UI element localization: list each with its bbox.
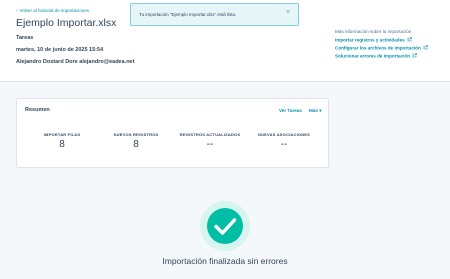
summary-title: Resumen xyxy=(25,107,50,113)
import-user: Alejandro Dostard Dore alejandro@eadea.n… xyxy=(16,59,135,65)
success-check-icon xyxy=(200,201,250,251)
stat-label: NUEVAS ASOCIACIONES xyxy=(257,132,311,137)
view-tasks-link[interactable]: Ver Tareas xyxy=(279,108,302,113)
configure-files-link[interactable]: Configurar los archivos de importación xyxy=(335,45,428,51)
close-icon[interactable]: × xyxy=(284,9,292,17)
import-date: martes, 10 de junio de 2025 15:54 xyxy=(16,47,104,53)
configure-files-link-label[interactable]: Configurar los archivos de importación xyxy=(335,46,421,51)
stat-import-rows: IMPORTAR FILAS 8 xyxy=(26,132,98,150)
chevron-left-icon: ‹ xyxy=(16,8,18,13)
import-records-link[interactable]: Importar registros y actividades xyxy=(335,37,412,43)
stat-label: REGISTROS ACTUALIZADOS xyxy=(179,132,241,137)
toast-message: Tu importación "Ejemplo Importar.xlsx" e… xyxy=(139,12,237,17)
page-title: Ejemplo Importar.xlsx xyxy=(16,17,117,29)
import-result-message: Importación finalizada sin errores xyxy=(162,256,288,266)
troubleshoot-errors-link-label[interactable]: Solucionar errores de importación xyxy=(335,54,410,59)
back-to-history-link[interactable]: ‹ Volver al historial de importaciones xyxy=(16,8,89,13)
more-dropdown[interactable]: Más ▾ xyxy=(309,108,322,114)
stat-new-records: NUEVOS REGISTROS 8 xyxy=(100,132,172,150)
stat-value: 8 xyxy=(59,139,65,150)
back-link-label[interactable]: Volver al historial de importaciones xyxy=(20,8,90,13)
external-link-icon xyxy=(407,37,412,42)
summary-card: Resumen Ver Tareas Más ▾ IMPORTAR FILAS … xyxy=(16,98,329,168)
chevron-down-icon: ▾ xyxy=(319,108,322,113)
import-records-link-label[interactable]: Importar registros y actividades xyxy=(335,38,405,43)
import-object-type: Tareas xyxy=(16,35,34,41)
stat-updated-records: REGISTROS ACTUALIZADOS -- xyxy=(174,132,246,150)
stat-value: 8 xyxy=(133,139,139,150)
stat-new-associations: NUEVAS ASOCIACIONES -- xyxy=(248,132,320,150)
stat-value: -- xyxy=(280,139,288,150)
more-info-title: Más información sobre la importación xyxy=(335,29,412,34)
stat-label: IMPORTAR FILAS xyxy=(43,132,81,137)
troubleshoot-errors-link[interactable]: Solucionar errores de importación xyxy=(335,53,417,59)
stat-value: -- xyxy=(206,139,214,150)
external-link-icon xyxy=(412,53,417,58)
external-link-icon xyxy=(423,45,428,50)
more-dropdown-label[interactable]: Más xyxy=(309,108,318,113)
stat-label: NUEVOS REGISTROS xyxy=(113,132,159,137)
import-ready-toast: Tu importación "Ejemplo Importar.xlsx" e… xyxy=(130,3,299,26)
